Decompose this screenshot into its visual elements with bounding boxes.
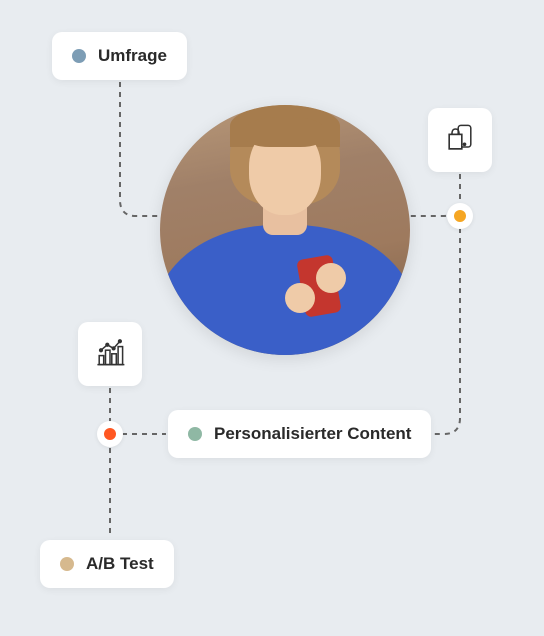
- dot-icon: [60, 557, 74, 571]
- survey-card: Umfrage: [52, 32, 187, 80]
- analytics-icon-card: [78, 322, 142, 386]
- shopping-icon-card: [428, 108, 492, 172]
- node-dot-icon: [104, 428, 116, 440]
- diagram-canvas: Umfrage: [0, 0, 544, 636]
- survey-label: Umfrage: [98, 46, 167, 66]
- dot-icon: [188, 427, 202, 441]
- analytics-chart-icon: [92, 334, 128, 375]
- abtest-card: A/B Test: [40, 540, 174, 588]
- dot-icon: [72, 49, 86, 63]
- user-photo: [160, 105, 410, 355]
- shopping-bag-icon: [442, 120, 478, 161]
- connector-node-right: [447, 203, 473, 229]
- connector-node-left: [97, 421, 123, 447]
- personalized-label: Personalisierter Content: [214, 424, 411, 444]
- abtest-label: A/B Test: [86, 554, 154, 574]
- node-dot-icon: [454, 210, 466, 222]
- personalized-content-card: Personalisierter Content: [168, 410, 431, 458]
